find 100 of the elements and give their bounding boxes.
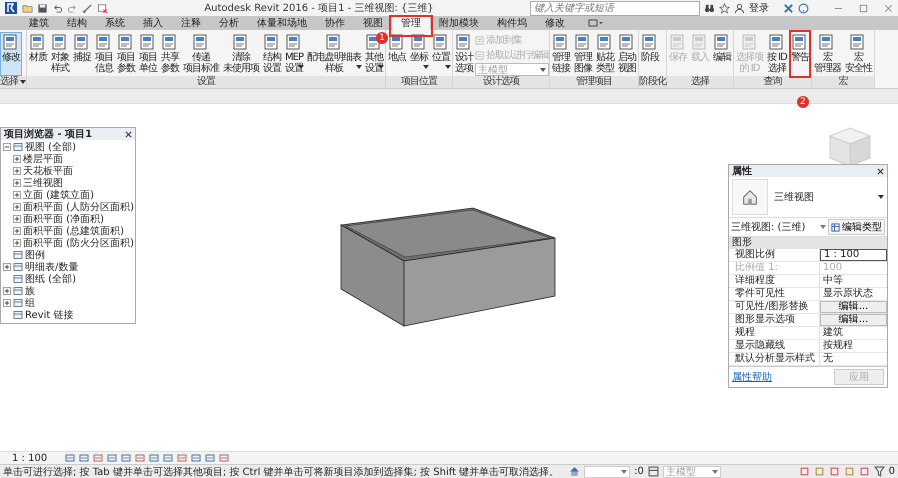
panel-title[interactable]: 阶段化 — [639, 76, 666, 88]
panel-title[interactable]: 选择 — [667, 76, 733, 88]
selection-option-icon[interactable] — [828, 466, 840, 477]
property-field[interactable]: 1 : 100 — [820, 249, 887, 261]
ribbon-button[interactable]: 按 ID 选择 — [765, 32, 789, 76]
save-icon[interactable] — [37, 2, 48, 14]
ribbon-button[interactable]: 项目 单位 — [137, 32, 159, 76]
view-control-icon[interactable] — [149, 453, 160, 463]
tree-item[interactable]: 楼层平面 — [23, 152, 63, 166]
design-options-icon[interactable] — [648, 466, 659, 477]
collapse-icon[interactable] — [3, 143, 11, 151]
ribbon-button[interactable]: 位置 — [430, 32, 452, 76]
expand-icon[interactable] — [13, 215, 21, 223]
panel-options-icon[interactable] — [588, 18, 604, 28]
tree-item[interactable]: 面积平面 (防火分区面积) — [23, 236, 134, 250]
tree-item[interactable]: 明细表/数量 — [25, 260, 78, 274]
close-icon[interactable] — [125, 130, 132, 138]
ribbon-button[interactable]: 宏 安全性 — [842, 32, 874, 76]
search-field[interactable]: 键入关键字或短语 — [530, 0, 700, 16]
type-selector[interactable]: 三维视图 — [729, 177, 887, 218]
star-icon[interactable] — [719, 2, 730, 14]
workset-icon[interactable] — [569, 466, 580, 477]
panel-title[interactable]: 设计选项 — [453, 76, 549, 88]
panel-title[interactable]: 管理项目 — [550, 76, 638, 88]
edit-button[interactable]: 编辑... — [820, 301, 887, 313]
app-logo-icon[interactable] — [4, 1, 18, 15]
tree-item[interactable]: 立面 (建筑立面) — [23, 188, 94, 202]
ribbon-tab[interactable]: 附加模块 — [430, 16, 488, 30]
filter-icon[interactable] — [874, 466, 885, 477]
user-icon[interactable] — [734, 2, 745, 14]
panel-title[interactable]: 项目位置 — [386, 76, 452, 88]
redo-icon[interactable] — [67, 2, 78, 14]
tree-item[interactable]: 面积平面 (总建筑面积) — [23, 224, 124, 238]
expand-icon[interactable] — [13, 203, 21, 211]
ribbon-button[interactable]: 项目 信息 — [93, 32, 115, 76]
selection-option-icon[interactable] — [858, 466, 870, 477]
instance-dropdown[interactable]: 三维视图: (三维) — [731, 221, 826, 233]
view-control-icon[interactable] — [135, 453, 146, 463]
view-control-icon[interactable] — [191, 453, 202, 463]
ribbon-tab[interactable]: 系统 — [96, 16, 134, 30]
properties-help-link[interactable]: 属性帮助 — [732, 370, 772, 384]
expand-icon[interactable] — [13, 179, 21, 187]
open-folder-icon[interactable] — [22, 2, 33, 14]
expand-icon[interactable] — [13, 191, 21, 199]
ribbon-button[interactable]: 阶段 — [639, 32, 661, 76]
tree-item[interactable]: 图例 — [25, 248, 45, 262]
ribbon-button[interactable]: 共享 参数 — [159, 32, 181, 76]
view-control-icon[interactable] — [107, 453, 118, 463]
ribbon-button[interactable]: 设计 选项 — [453, 32, 475, 76]
panel-title[interactable]: 查询 — [734, 76, 811, 88]
ribbon-tab[interactable]: 管理 — [392, 16, 430, 30]
expand-icon[interactable] — [13, 167, 21, 175]
ribbon-tab[interactable]: 分析 — [210, 16, 248, 30]
view-control-icon[interactable] — [163, 453, 174, 463]
ribbon-button[interactable]: 配电盘明细表 样板 — [305, 32, 363, 76]
binoculars-icon[interactable] — [704, 2, 715, 14]
ribbon-button[interactable]: 贴花 类型 — [594, 32, 616, 76]
tree-item[interactable]: 面积平面 (人防分区面积) — [23, 200, 134, 214]
ribbon-tab[interactable]: 修改 — [536, 16, 574, 30]
edit-type-button[interactable]: 编辑类型 — [828, 219, 885, 235]
expand-icon[interactable] — [3, 299, 11, 307]
undo-icon[interactable] — [52, 2, 63, 14]
ribbon-button[interactable]: 编辑 — [711, 32, 733, 76]
ribbon-button[interactable]: 传递 项目标准 — [181, 32, 221, 76]
view-control-icon[interactable] — [177, 453, 188, 463]
ribbon-button[interactable]: 对象 样式 — [49, 32, 71, 76]
ribbon-tab[interactable]: 构件坞 — [488, 16, 536, 30]
measure-icon[interactable] — [82, 2, 93, 14]
view-control-icon[interactable] — [79, 453, 90, 463]
ribbon-tab[interactable]: 结构 — [58, 16, 96, 30]
ribbon-button[interactable]: 管理 链接 — [550, 32, 572, 76]
expand-icon[interactable] — [13, 239, 21, 247]
expand-icon[interactable] — [3, 263, 11, 271]
tree-item[interactable]: 三维视图 — [23, 176, 63, 190]
ribbon-button[interactable]: 材质 — [27, 32, 49, 76]
maximize-icon[interactable] — [858, 2, 869, 14]
panel-title[interactable]: 宏 — [812, 76, 874, 88]
view-control-icon[interactable] — [65, 453, 76, 463]
close-views-icon[interactable] — [97, 2, 108, 14]
view-control-icon[interactable] — [121, 453, 132, 463]
tree-item[interactable]: 图纸 (全部) — [25, 272, 76, 286]
tree-item[interactable]: Revit 链接 — [25, 308, 74, 322]
group-header[interactable]: 图形 — [729, 237, 887, 249]
ribbon-button[interactable]: 结构 设置 — [261, 32, 283, 76]
view-control-icon[interactable] — [205, 453, 216, 463]
ribbon-tab[interactable]: 体量和场地 — [248, 16, 316, 30]
ribbon-button[interactable]: 清除 未使用项 — [221, 32, 261, 76]
view-control-icon[interactable] — [93, 453, 104, 463]
view-scale[interactable]: 1 : 100 — [12, 452, 48, 464]
tree-item[interactable]: 组 — [25, 296, 35, 310]
ribbon-tab[interactable]: 插入 — [134, 16, 172, 30]
ribbon-tab[interactable]: 建筑 — [20, 16, 58, 30]
ribbon-button[interactable]: 启动 视图 — [616, 32, 638, 76]
tree-item[interactable]: 族 — [25, 284, 35, 298]
tree-item[interactable]: 面积平面 (净面积) — [23, 212, 104, 226]
ribbon-button[interactable]: 捕捉 — [71, 32, 93, 76]
panel-title[interactable]: 选择 — [0, 76, 26, 88]
ribbon-button[interactable]: 项目 参数 — [115, 32, 137, 76]
view-control-icon[interactable] — [219, 453, 230, 463]
ribbon-tab[interactable]: 注释 — [172, 16, 210, 30]
